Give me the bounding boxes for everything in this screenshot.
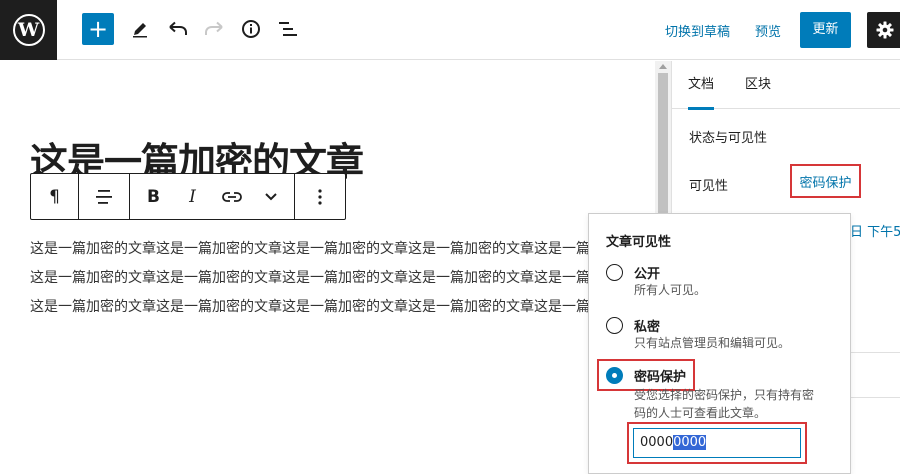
password-input[interactable]: 00000000 <box>633 428 801 458</box>
radio-private[interactable] <box>606 317 623 334</box>
paragraph-block-button[interactable]: ¶ <box>37 174 73 219</box>
option-public-desc: 所有人可见。 <box>634 283 707 297</box>
more-options-button[interactable] <box>302 174 338 219</box>
scroll-up-arrow[interactable] <box>659 64 667 69</box>
pencil-icon <box>133 23 147 38</box>
switch-to-draft-button[interactable]: 切换到草稿 <box>665 21 730 40</box>
list-view-icon <box>279 22 297 36</box>
gear-icon <box>876 21 894 39</box>
tab-document[interactable]: 文档 <box>688 61 715 110</box>
radio-password[interactable] <box>606 367 623 384</box>
tab-block[interactable]: 区块 <box>745 61 771 109</box>
link-button[interactable] <box>214 174 250 219</box>
status-visibility-panel-title[interactable]: 状态与可见性 <box>689 127 767 146</box>
update-button[interactable]: 更新 <box>800 12 851 48</box>
block-navigation-button[interactable] <box>273 14 303 44</box>
visibility-label: 可见性 <box>689 179 729 194</box>
more-rich-text-button[interactable] <box>253 174 289 219</box>
paragraph-line: 这是一篇加密的文章这是一篇加密的文章这是一篇加密的文章这是一篇加密的文章这是一篇… <box>30 241 646 257</box>
bold-button[interactable]: B <box>136 174 172 219</box>
italic-button[interactable]: I <box>175 174 211 219</box>
info-button[interactable] <box>236 14 266 44</box>
option-password-label[interactable]: 密码保护 <box>634 366 686 385</box>
settings-button[interactable] <box>867 12 900 48</box>
password-text: 0000 <box>640 435 674 450</box>
popover-title: 文章可见性 <box>606 235 672 250</box>
paragraph-block[interactable]: 这是一篇加密的文章这是一篇加密的文章这是一篇加密的文章这是一篇加密的文章这是一篇… <box>30 235 655 322</box>
undo-icon <box>169 21 187 35</box>
link-icon <box>221 191 242 202</box>
block-toolbar: ¶ B I <box>30 173 346 220</box>
align-button[interactable] <box>86 174 122 219</box>
publish-date-link[interactable]: 日 下午5 <box>850 221 900 240</box>
align-left-icon <box>96 189 112 204</box>
radio-public[interactable] <box>606 264 623 281</box>
paragraph-line: 这是一篇加密的文章这是一篇加密的文章这是一篇加密的文章这是一篇加密的文章这是一篇… <box>30 270 646 286</box>
wordpress-logo[interactable]: W <box>0 0 57 60</box>
option-private-desc: 只有站点管理员和编辑可见。 <box>634 336 791 350</box>
redo-button[interactable] <box>199 14 229 44</box>
option-password-desc: 受您选择的密码保护，只有持有密 码的人士可查看此文章。 <box>634 386 814 422</box>
add-block-button[interactable]: + <box>82 13 114 45</box>
sidebar-tabs: 文档 区块 <box>672 61 900 110</box>
info-icon <box>242 20 260 38</box>
paragraph-line: 这是一篇加密的文章这是一篇加密的文章这是一篇加密的文章这是一篇加密的文章这是一篇… <box>30 299 646 315</box>
chevron-down-icon <box>264 192 277 200</box>
undo-button[interactable] <box>163 14 193 44</box>
option-password-desc-line: 码的人士可查看此文章。 <box>634 406 767 420</box>
visibility-popover: 文章可见性 公开 所有人可见。 私密 只有站点管理员和编辑可见。 密码保护 受您… <box>588 213 851 474</box>
edit-tools-button[interactable] <box>125 14 155 44</box>
editor-canvas: 这是一篇加密的文章 ¶ B I 这是一篇加密的文章这是一篇加密的文章这是一篇加密… <box>0 61 655 474</box>
option-password-desc-line: 受您选择的密码保护，只有持有密 <box>634 388 815 402</box>
more-vertical-icon <box>318 188 322 205</box>
option-private-label[interactable]: 私密 <box>634 316 660 335</box>
password-selected-text: 0000 <box>673 435 707 450</box>
preview-button[interactable]: 预览 <box>755 21 781 40</box>
visibility-toggle-button[interactable]: 密码保护 <box>790 164 861 198</box>
redo-icon <box>205 21 223 35</box>
option-public-label[interactable]: 公开 <box>634 263 660 282</box>
password-field-highlight: 00000000 <box>627 422 807 464</box>
wordpress-icon: W <box>12 14 45 46</box>
top-toolbar: W + 切换到草稿 预览 更新 <box>0 0 900 60</box>
